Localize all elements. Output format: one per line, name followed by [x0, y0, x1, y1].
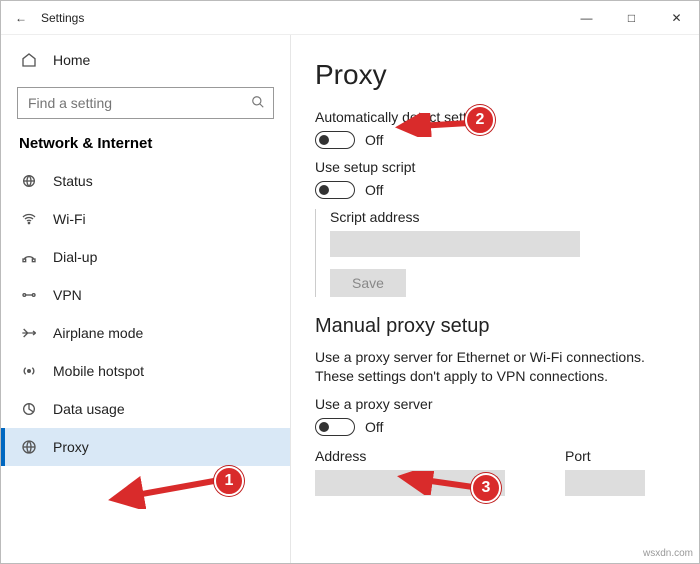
status-icon	[19, 173, 39, 189]
sidebar-item-status[interactable]: Status	[1, 162, 290, 200]
use-proxy-label: Use a proxy server	[315, 396, 675, 412]
home-label: Home	[53, 52, 90, 68]
titlebar: ← Settings — □ ✕	[1, 1, 699, 35]
page-title: Proxy	[315, 59, 675, 91]
close-button[interactable]: ✕	[654, 1, 699, 35]
sidebar-item-proxy[interactable]: Proxy	[1, 428, 290, 466]
script-address-label: Script address	[330, 209, 675, 225]
close-icon: ✕	[671, 11, 681, 25]
manual-description: Use a proxy server for Ethernet or Wi-Fi…	[315, 348, 645, 386]
sidebar-item-label: VPN	[53, 287, 82, 303]
auto-detect-state: Off	[365, 132, 383, 148]
sidebar-item-label: Data usage	[53, 401, 125, 417]
annotation-arrow-2	[395, 113, 473, 137]
hotspot-icon	[19, 363, 39, 379]
port-label: Port	[565, 448, 645, 464]
search-icon	[251, 95, 265, 112]
category-heading: Network & Internet	[1, 123, 290, 158]
address-label: Address	[315, 448, 505, 464]
window-title: Settings	[41, 11, 564, 25]
sidebar-item-dial-up[interactable]: Dial-up	[1, 238, 290, 276]
wifi-icon	[19, 211, 39, 227]
search-input-wrap[interactable]	[17, 87, 274, 119]
setup-script-toggle[interactable]	[315, 181, 355, 199]
dialup-icon	[19, 249, 39, 265]
vpn-icon	[19, 287, 39, 303]
back-icon: ←	[15, 11, 27, 25]
home-nav[interactable]: Home	[1, 41, 290, 79]
manual-heading: Manual proxy setup	[315, 315, 675, 338]
annotation-arrow-1	[106, 469, 216, 509]
sidebar-item-mobile-hotspot[interactable]: Mobile hotspot	[1, 352, 290, 390]
sidebar-item-label: Dial-up	[53, 249, 97, 265]
sidebar-item-label: Wi-Fi	[53, 211, 86, 227]
annotation-marker-3: 3	[471, 473, 501, 503]
minimize-button[interactable]: —	[564, 1, 609, 35]
sidebar-item-airplane-mode[interactable]: Airplane mode	[1, 314, 290, 352]
sidebar-item-label: Mobile hotspot	[53, 363, 144, 379]
annotation-marker-2: 2	[465, 105, 495, 135]
annotation-marker-1: 1	[214, 466, 244, 496]
annotation-arrow-3	[397, 471, 477, 495]
save-button[interactable]: Save	[330, 269, 406, 297]
maximize-icon: □	[628, 11, 635, 25]
sidebar-item-label: Airplane mode	[53, 325, 143, 341]
setup-script-state: Off	[365, 182, 383, 198]
port-input[interactable]	[565, 470, 645, 496]
watermark: wsxdn.com	[643, 548, 693, 559]
sidebar-item-label: Proxy	[53, 439, 89, 455]
script-address-input[interactable]	[330, 231, 580, 257]
sidebar-item-vpn[interactable]: VPN	[1, 276, 290, 314]
auto-detect-toggle[interactable]	[315, 131, 355, 149]
data-usage-icon	[19, 401, 39, 417]
airplane-icon	[19, 325, 39, 341]
maximize-button[interactable]: □	[609, 1, 654, 35]
proxy-icon	[19, 439, 39, 455]
sidebar-item-label: Status	[53, 173, 93, 189]
home-icon	[19, 52, 39, 68]
setup-script-label: Use setup script	[315, 159, 675, 175]
use-proxy-state: Off	[365, 419, 383, 435]
minimize-icon: —	[581, 11, 593, 25]
search-input[interactable]	[26, 94, 251, 112]
use-proxy-toggle[interactable]	[315, 418, 355, 436]
back-button[interactable]: ←	[1, 1, 41, 35]
auto-detect-label: Automatically detect settings	[315, 109, 675, 125]
sidebar-item-wi-fi[interactable]: Wi-Fi	[1, 200, 290, 238]
sidebar-item-data-usage[interactable]: Data usage	[1, 390, 290, 428]
